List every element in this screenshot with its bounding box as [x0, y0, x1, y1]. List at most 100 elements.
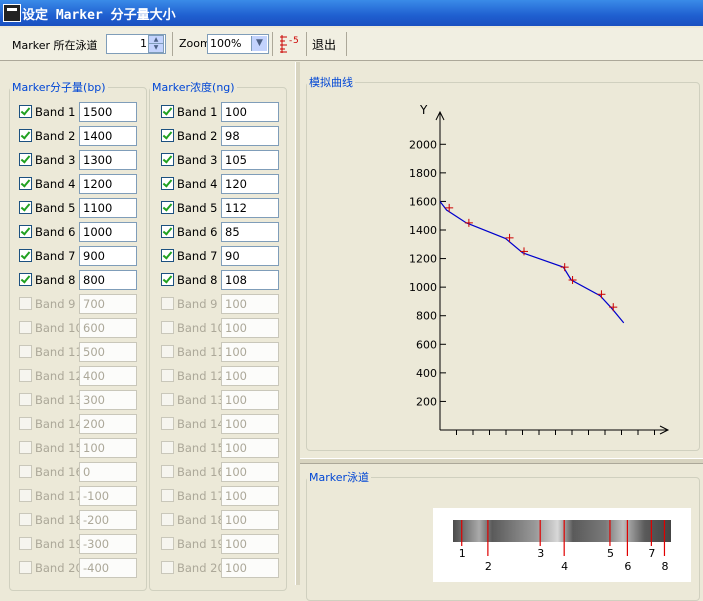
conc-band-input[interactable]: 100 — [221, 510, 279, 530]
conc-band-value: 100 — [225, 561, 247, 575]
conc-band-value: 100 — [225, 417, 247, 431]
conc-band-input[interactable]: 100 — [221, 102, 279, 122]
conc-band-checkbox[interactable] — [161, 393, 174, 406]
conc-band-input[interactable]: 120 — [221, 174, 279, 194]
conc-band-checkbox[interactable] — [161, 129, 174, 142]
conc-band-input[interactable]: 98 — [221, 126, 279, 146]
conc-band-input[interactable]: 112 — [221, 198, 279, 218]
conc-band-checkbox[interactable] — [161, 177, 174, 190]
conc-band-checkbox[interactable] — [161, 561, 174, 574]
mw-band-checkbox[interactable] — [19, 297, 32, 310]
mw-band-value: 900 — [83, 249, 105, 263]
mw-band-checkbox[interactable] — [19, 129, 32, 142]
mw-band-checkbox[interactable] — [19, 249, 32, 262]
conc-band-checkbox[interactable] — [161, 513, 174, 526]
mw-band-input[interactable]: 1200 — [79, 174, 137, 194]
mw-band-input[interactable]: 800 — [79, 270, 137, 290]
conc-band-input[interactable]: 100 — [221, 414, 279, 434]
conc-band-input[interactable]: 100 — [221, 486, 279, 506]
conc-band-checkbox[interactable] — [161, 489, 174, 502]
conc-band-checkbox[interactable] — [161, 105, 174, 118]
mw-band-input[interactable]: 1000 — [79, 222, 137, 242]
mw-band-value: 1000 — [83, 225, 113, 239]
conc-band-checkbox[interactable] — [161, 297, 174, 310]
mw-band-checkbox[interactable] — [19, 321, 32, 334]
mw-band-value: 1500 — [83, 105, 113, 119]
conc-band-input[interactable]: 100 — [221, 438, 279, 458]
splitter-horizontal[interactable] — [300, 458, 703, 464]
conc-band-label: Band 9 — [177, 297, 218, 311]
mw-band-input[interactable]: -300 — [79, 534, 137, 554]
mw-band-row: Band 7 900 — [19, 246, 141, 266]
mw-band-checkbox[interactable] — [19, 345, 32, 358]
mw-band-checkbox[interactable] — [19, 417, 32, 430]
conc-band-input[interactable]: 100 — [221, 462, 279, 482]
conc-band-checkbox[interactable] — [161, 537, 174, 550]
mw-band-checkbox[interactable] — [19, 465, 32, 478]
mw-band-input[interactable]: 300 — [79, 390, 137, 410]
mw-band-input[interactable]: 500 — [79, 342, 137, 362]
conc-band-input[interactable]: 90 — [221, 246, 279, 266]
conc-band-input[interactable]: 108 — [221, 270, 279, 290]
conc-band-input[interactable]: 85 — [221, 222, 279, 242]
mw-band-input[interactable]: 600 — [79, 318, 137, 338]
conc-band-input[interactable]: 100 — [221, 294, 279, 314]
mw-band-input[interactable]: 0 — [79, 462, 137, 482]
lane-band-number: 1 — [459, 547, 466, 560]
mw-band-input[interactable]: 700 — [79, 294, 137, 314]
mw-band-checkbox[interactable] — [19, 369, 32, 382]
lane-spinner[interactable]: 1 ▲ ▼ — [106, 34, 166, 54]
conc-band-checkbox[interactable] — [161, 369, 174, 382]
mw-band-input[interactable]: 900 — [79, 246, 137, 266]
conc-band-checkbox[interactable] — [161, 273, 174, 286]
conc-band-input[interactable]: 100 — [221, 342, 279, 362]
conc-band-checkbox[interactable] — [161, 153, 174, 166]
mw-band-value: 400 — [83, 369, 105, 383]
conc-band-checkbox[interactable] — [161, 249, 174, 262]
zoom-select[interactable]: 100% ▼ — [207, 34, 269, 54]
conc-band-input[interactable]: 100 — [221, 558, 279, 578]
mw-band-checkbox[interactable] — [19, 561, 32, 574]
mw-band-checkbox[interactable] — [19, 177, 32, 190]
mw-band-input[interactable]: -100 — [79, 486, 137, 506]
mw-band-checkbox[interactable] — [19, 105, 32, 118]
conc-band-input[interactable]: 105 — [221, 150, 279, 170]
conc-band-checkbox[interactable] — [161, 441, 174, 454]
mw-band-checkbox[interactable] — [19, 537, 32, 550]
mw-band-checkbox[interactable] — [19, 201, 32, 214]
conc-band-checkbox[interactable] — [161, 225, 174, 238]
mw-band-checkbox[interactable] — [19, 273, 32, 286]
mw-band-input[interactable]: 1500 — [79, 102, 137, 122]
chevron-down-icon[interactable]: ▼ — [251, 36, 267, 51]
mw-band-input[interactable]: 1100 — [79, 198, 137, 218]
conc-band-checkbox[interactable] — [161, 417, 174, 430]
mw-band-checkbox[interactable] — [19, 393, 32, 406]
exit-button[interactable]: 退出 — [312, 36, 336, 53]
conc-band-checkbox[interactable] — [161, 321, 174, 334]
mw-band-checkbox[interactable] — [19, 153, 32, 166]
mw-band-checkbox[interactable] — [19, 513, 32, 526]
conc-band-input[interactable]: 100 — [221, 534, 279, 554]
mw-band-checkbox[interactable] — [19, 225, 32, 238]
spin-down-icon[interactable]: ▼ — [148, 43, 164, 53]
mw-band-input[interactable]: 1300 — [79, 150, 137, 170]
conc-band-checkbox[interactable] — [161, 465, 174, 478]
y-axis-label: Y — [419, 103, 428, 117]
mw-band-checkbox[interactable] — [19, 489, 32, 502]
mw-band-input[interactable]: 100 — [79, 438, 137, 458]
mw-band-input[interactable]: -200 — [79, 510, 137, 530]
mw-band-input[interactable]: 400 — [79, 366, 137, 386]
conc-band-input[interactable]: 100 — [221, 318, 279, 338]
conc-band-input[interactable]: 100 — [221, 366, 279, 386]
conc-band-input[interactable]: 100 — [221, 390, 279, 410]
lane-band-number: 3 — [537, 547, 544, 560]
mw-band-input[interactable]: 1400 — [79, 126, 137, 146]
mw-band-checkbox[interactable] — [19, 441, 32, 454]
ruler-icon[interactable]: - 5 — [278, 34, 300, 54]
mw-band-input[interactable]: 200 — [79, 414, 137, 434]
ruler-number: 5 — [293, 36, 299, 46]
conc-band-checkbox[interactable] — [161, 201, 174, 214]
conc-band-checkbox[interactable] — [161, 345, 174, 358]
conc-band-row: Band 13 100 — [161, 390, 283, 410]
mw-band-input[interactable]: -400 — [79, 558, 137, 578]
